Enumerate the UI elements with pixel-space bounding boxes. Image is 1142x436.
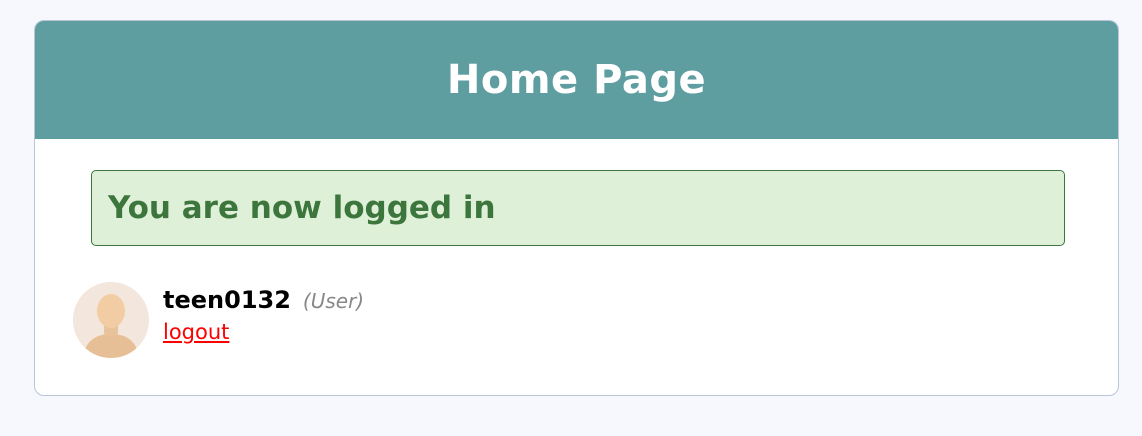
user-info: teen0132 (User) logout	[163, 286, 364, 344]
success-message: You are now logged in	[108, 190, 496, 226]
user-name-line: teen0132 (User)	[163, 286, 364, 314]
success-alert: You are now logged in	[91, 170, 1065, 246]
home-card: Home Page You are now logged in teen0132…	[34, 20, 1119, 396]
user-profile: teen0132 (User) logout	[73, 282, 364, 358]
username: teen0132	[163, 286, 291, 314]
page-header: Home Page	[35, 21, 1118, 139]
logout-link[interactable]: logout	[163, 320, 229, 344]
user-avatar-icon	[73, 282, 149, 358]
page-title: Home Page	[446, 57, 707, 103]
card-body: You are now logged in teen0132 (User) lo…	[35, 139, 1118, 395]
user-role: (User)	[302, 289, 365, 313]
